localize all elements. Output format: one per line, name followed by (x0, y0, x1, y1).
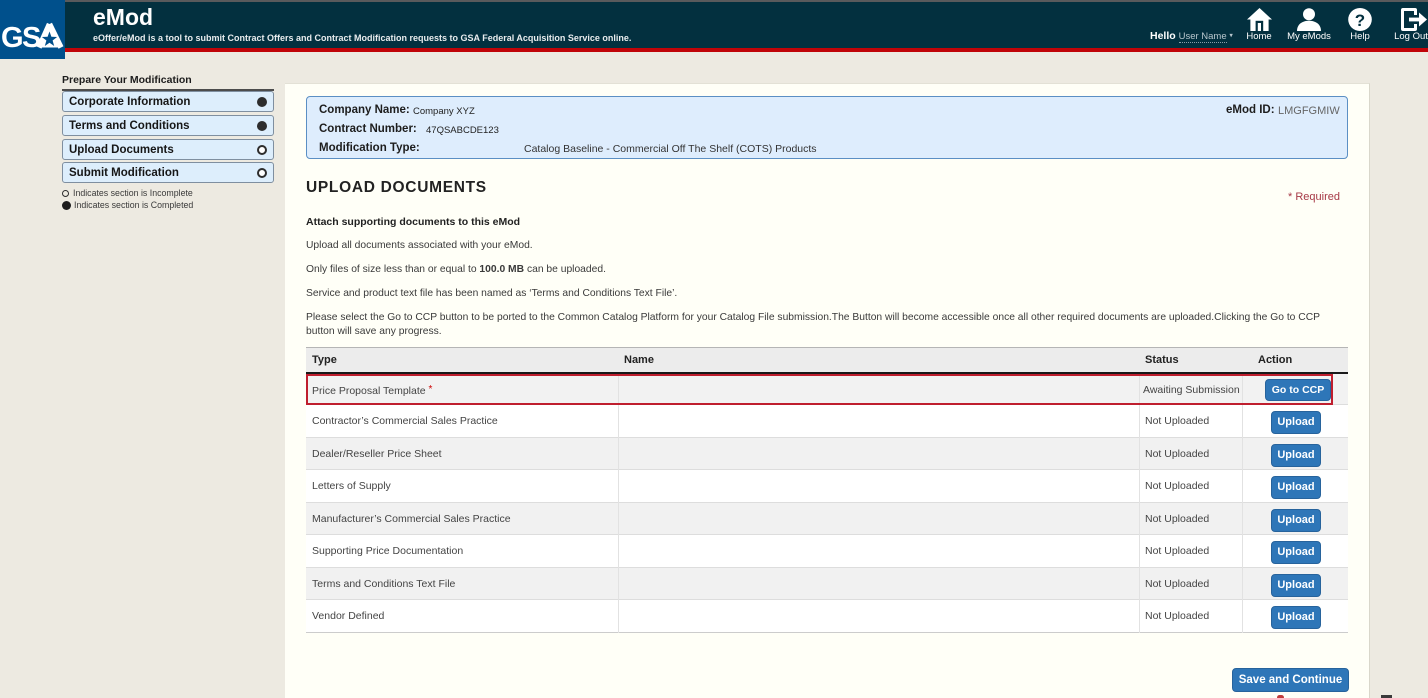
svg-text:GS: GS (1, 22, 41, 54)
svg-text:?: ? (1355, 11, 1365, 30)
